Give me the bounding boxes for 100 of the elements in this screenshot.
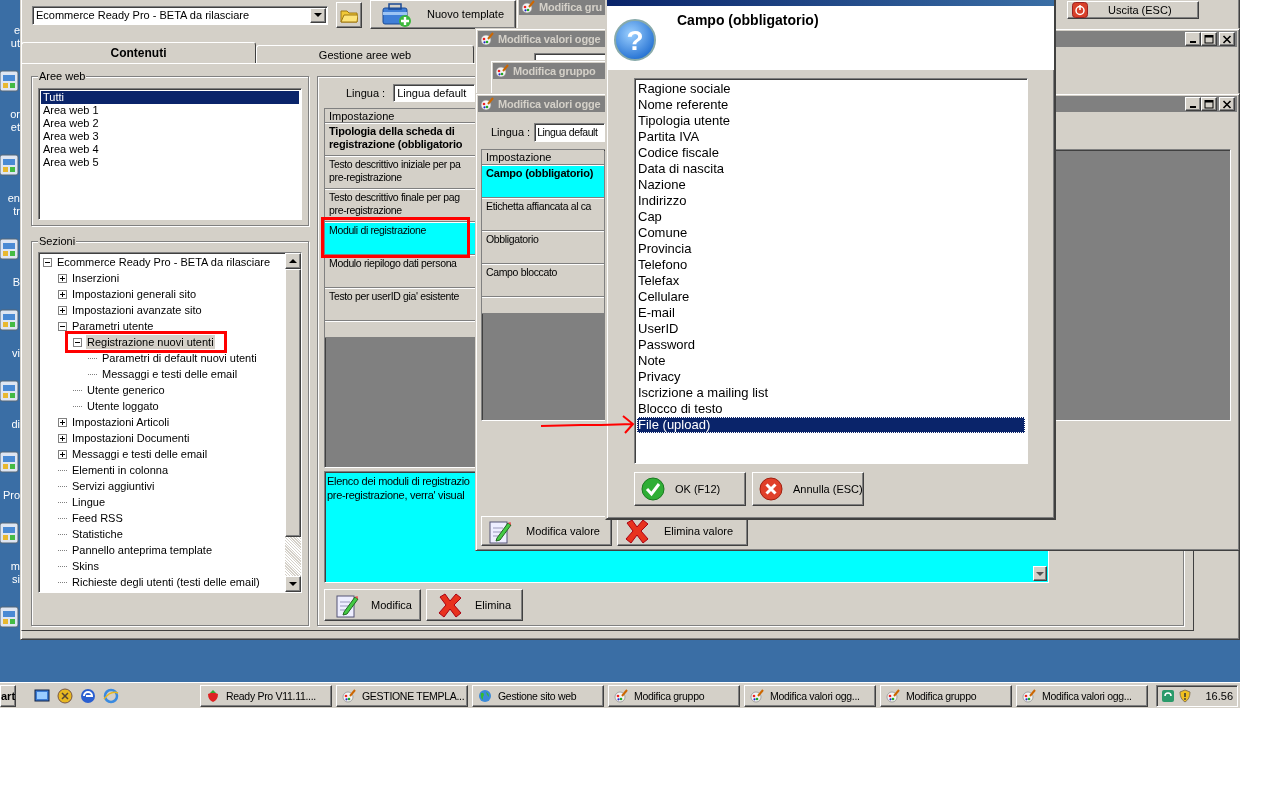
new-template-button[interactable]: Nuovo template bbox=[370, 0, 516, 29]
desktop-icon-label[interactable]: B bbox=[12, 276, 20, 289]
settings-row[interactable]: Moduli di registrazione bbox=[325, 222, 475, 255]
list-item[interactable]: Password bbox=[637, 337, 1025, 353]
list-item[interactable]: Cap bbox=[637, 209, 1025, 225]
tree-item[interactable]: Feed RSS bbox=[71, 511, 124, 525]
expand-button[interactable] bbox=[58, 433, 67, 443]
taskbar-button[interactable]: Modifica valori ogg... bbox=[1016, 684, 1148, 707]
minimize-button[interactable] bbox=[1185, 97, 1201, 111]
list-item[interactable]: Tutti bbox=[41, 91, 299, 104]
shortcut-icon[interactable] bbox=[0, 604, 20, 630]
desktop-icon-label[interactable]: e ut bbox=[10, 24, 20, 50]
delete-button[interactable]: Elimina bbox=[426, 589, 523, 621]
tree-item[interactable]: Parametri utente bbox=[71, 319, 155, 333]
shortcut-icon[interactable] bbox=[0, 68, 20, 94]
list-item[interactable]: Area web 2 bbox=[41, 117, 299, 130]
list-item[interactable]: Codice fiscale bbox=[637, 145, 1025, 161]
collapse-button[interactable] bbox=[43, 257, 52, 267]
value-row[interactable]: Obbligatorio bbox=[482, 231, 604, 264]
taskbar-button[interactable]: Modifica valori ogg... bbox=[744, 684, 876, 707]
scroll-down-button[interactable] bbox=[285, 576, 301, 592]
shortcut-icon[interactable] bbox=[0, 236, 20, 262]
value-row[interactable]: Etichetta affiancata al ca bbox=[482, 198, 604, 231]
scroll-down-button[interactable] bbox=[1033, 566, 1047, 581]
maximize-button[interactable] bbox=[1201, 32, 1217, 46]
shortcut-icon[interactable] bbox=[0, 307, 20, 333]
desktop-icon[interactable] bbox=[34, 687, 50, 704]
expand-button[interactable] bbox=[58, 417, 67, 427]
list-item[interactable]: Iscrizione a mailing list bbox=[637, 385, 1025, 401]
settings-row[interactable]: Testo descrittivo iniziale per pa pre-registrazione bbox=[325, 156, 475, 189]
list-item[interactable]: Note bbox=[637, 353, 1025, 369]
taskbar-button[interactable]: Modifica gruppo bbox=[880, 684, 1012, 707]
tree-item[interactable]: Inserzioni bbox=[71, 271, 121, 285]
edit-value-button[interactable]: Modifica valore bbox=[481, 516, 612, 546]
tree-item[interactable]: Impostazioni avanzate sito bbox=[71, 303, 203, 317]
list-item[interactable]: Telefono bbox=[637, 257, 1025, 273]
expand-button[interactable] bbox=[58, 305, 67, 315]
list-item[interactable]: Data di nascita bbox=[637, 161, 1025, 177]
taskbar-button[interactable]: Gestione sito web bbox=[472, 684, 604, 707]
tree-item[interactable]: Impostazioni generali sito bbox=[71, 287, 198, 301]
tree-item[interactable]: Utente loggato bbox=[86, 399, 160, 413]
tree-item[interactable]: Messaggi e testi delle email bbox=[71, 447, 209, 461]
taskbar-button[interactable]: GESTIONE TEMPLA... bbox=[336, 684, 468, 707]
list-item[interactable]: UserID bbox=[637, 321, 1025, 337]
tree-item[interactable]: Registrazione nuovi utenti bbox=[86, 335, 215, 349]
exit-button[interactable]: Uscita (ESC) bbox=[1067, 1, 1199, 19]
tree-item[interactable]: Servizi aggiuntivi bbox=[71, 479, 156, 493]
settings-row[interactable]: Tipologia della scheda di registrazione (obbligatorio bbox=[325, 123, 475, 156]
list-item[interactable]: Partita IVA bbox=[637, 129, 1025, 145]
expand-button[interactable] bbox=[58, 273, 67, 283]
tab[interactable]: Gestione aree web bbox=[256, 45, 474, 63]
list-item[interactable]: Area web 4 bbox=[41, 143, 299, 156]
maximize-button[interactable] bbox=[1201, 97, 1217, 111]
list-item[interactable]: Area web 3 bbox=[41, 130, 299, 143]
close-button[interactable] bbox=[1219, 32, 1235, 46]
tree-item[interactable]: Parametri di default nuovi utenti bbox=[101, 351, 258, 365]
desktop-icon-label[interactable]: Pro bbox=[2, 489, 20, 502]
value-row[interactable]: Campo bloccato bbox=[482, 264, 604, 297]
collapse-button[interactable] bbox=[58, 321, 67, 331]
tree-item[interactable]: Elementi in colonna bbox=[71, 463, 169, 477]
value-row[interactable]: Campo (obbligatorio) bbox=[482, 165, 604, 198]
tab[interactable]: Contenuti bbox=[21, 42, 256, 63]
tree-item[interactable]: Pannello anteprima template bbox=[71, 543, 214, 557]
settings-row[interactable]: Testo per userID gia' esistente bbox=[325, 288, 475, 321]
open-folder-button[interactable] bbox=[336, 2, 362, 28]
shield-icon[interactable] bbox=[1178, 688, 1192, 703]
desktop-icon-label[interactable]: or et bbox=[10, 108, 20, 134]
tree-item[interactable]: Impostazioni Articoli bbox=[71, 415, 171, 429]
network-icon[interactable] bbox=[1161, 688, 1175, 703]
list-item[interactable]: Cellulare bbox=[637, 289, 1025, 305]
list-item[interactable]: Privacy bbox=[637, 369, 1025, 385]
desktop-icon-label[interactable]: m si bbox=[10, 560, 20, 586]
list-item[interactable]: Area web 5 bbox=[41, 156, 299, 169]
list-item[interactable]: Comune bbox=[637, 225, 1025, 241]
tree-item[interactable]: Impostazioni Documenti bbox=[71, 431, 191, 445]
start-button[interactable]: art bbox=[0, 684, 16, 707]
tree-item[interactable]: Ecommerce Ready Pro - BETA da rilasciare bbox=[56, 255, 272, 269]
list-item[interactable]: E-mail bbox=[637, 305, 1025, 321]
list-item[interactable]: Telefax bbox=[637, 273, 1025, 289]
edit-button[interactable]: Modifica bbox=[324, 589, 421, 621]
tree-item[interactable]: Statistiche bbox=[71, 527, 124, 541]
language-select[interactable]: Lingua default bbox=[393, 84, 476, 102]
taskbar-button[interactable]: Ready Pro V11.11.... bbox=[200, 684, 332, 707]
ok-button[interactable]: OK (F12) bbox=[634, 472, 746, 506]
list-item[interactable]: Nazione bbox=[637, 177, 1025, 193]
scrollbar[interactable] bbox=[285, 253, 301, 592]
browser-icon[interactable] bbox=[80, 687, 96, 704]
list-item[interactable]: Tipologia utente bbox=[637, 113, 1025, 129]
list-item[interactable]: Blocco di testo bbox=[637, 401, 1025, 417]
tree-item[interactable]: Lingue bbox=[71, 495, 107, 509]
app-icon[interactable] bbox=[57, 687, 73, 704]
expand-button[interactable] bbox=[58, 289, 67, 299]
desktop-icon-label[interactable]: di bbox=[11, 418, 20, 431]
expand-button[interactable] bbox=[58, 449, 67, 459]
minimize-button[interactable] bbox=[1185, 32, 1201, 46]
close-button[interactable] bbox=[1219, 97, 1235, 111]
shortcut-icon[interactable] bbox=[0, 520, 20, 546]
shortcut-icon[interactable] bbox=[0, 152, 20, 178]
tree-item[interactable]: Skins bbox=[71, 559, 100, 573]
list-item[interactable]: Ragione sociale bbox=[637, 81, 1025, 97]
